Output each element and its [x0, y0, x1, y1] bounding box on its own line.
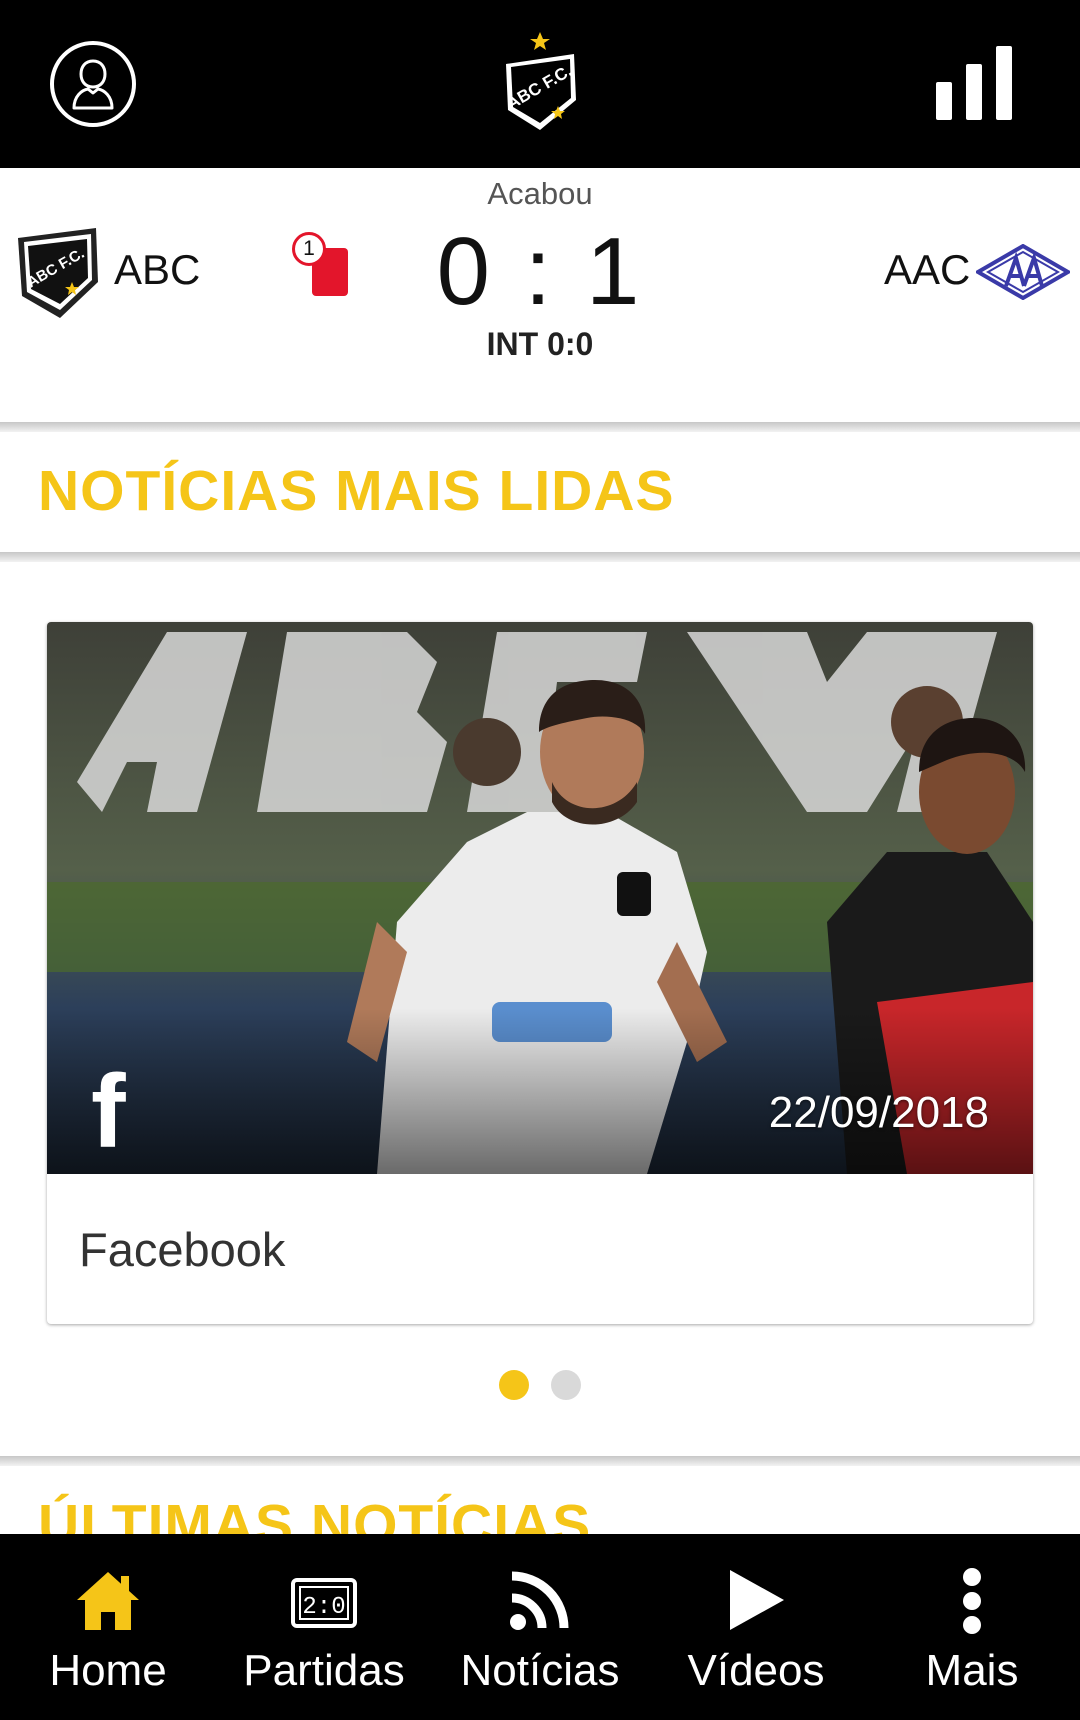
top-app-bar: ABC F.C. — [0, 0, 1080, 168]
carousel-dot-2[interactable] — [551, 1370, 582, 1400]
club-logo[interactable]: ABC F.C. — [498, 30, 582, 134]
nav-home-label: Home — [49, 1646, 167, 1695]
news-source: Facebook — [79, 1223, 286, 1276]
bottom-navigation: Home 2:0 Partidas Notícias Vídeos Mais — [0, 1534, 1080, 1720]
nav-home[interactable]: Home — [0, 1534, 216, 1720]
rss-icon — [510, 1571, 569, 1630]
nav-mais-label: Mais — [925, 1646, 1019, 1695]
profile-button[interactable] — [50, 41, 136, 127]
home-icon — [77, 1572, 139, 1630]
nav-partidas-label: Partidas — [243, 1646, 405, 1695]
section-divider — [0, 1456, 1080, 1466]
play-icon — [730, 1570, 784, 1630]
nav-mais[interactable]: Mais — [864, 1534, 1080, 1720]
section-divider — [0, 422, 1080, 432]
user-icon — [72, 59, 114, 110]
svg-text:2:0: 2:0 — [302, 1594, 345, 1621]
news-card[interactable]: f 22/09/2018 Facebook — [47, 622, 1033, 1324]
match-status: Acabou — [487, 176, 593, 211]
away-team-name: AAC — [884, 246, 971, 293]
nav-noticias[interactable]: Notícias — [432, 1534, 648, 1720]
more-vertical-icon — [963, 1568, 981, 1634]
nav-partidas[interactable]: 2:0 Partidas — [216, 1534, 432, 1720]
facebook-icon: f — [91, 1054, 126, 1170]
nav-noticias-label: Notícias — [460, 1646, 620, 1695]
nav-videos[interactable]: Vídeos — [648, 1534, 864, 1720]
news-date: 22/09/2018 — [768, 1088, 989, 1137]
halftime-score: INT 0:0 — [486, 326, 594, 362]
away-team-crest — [976, 244, 1070, 300]
most-read-title: NOTÍCIAS MAIS LIDAS — [38, 459, 675, 523]
nav-videos-label: Vídeos — [687, 1646, 825, 1695]
scoreboard-icon: 2:0 — [291, 1578, 357, 1628]
section-divider — [0, 552, 1080, 562]
carousel-dot-1[interactable] — [498, 1370, 529, 1400]
stats-button[interactable] — [936, 46, 1014, 120]
carousel-pager — [0, 1370, 1080, 1405]
